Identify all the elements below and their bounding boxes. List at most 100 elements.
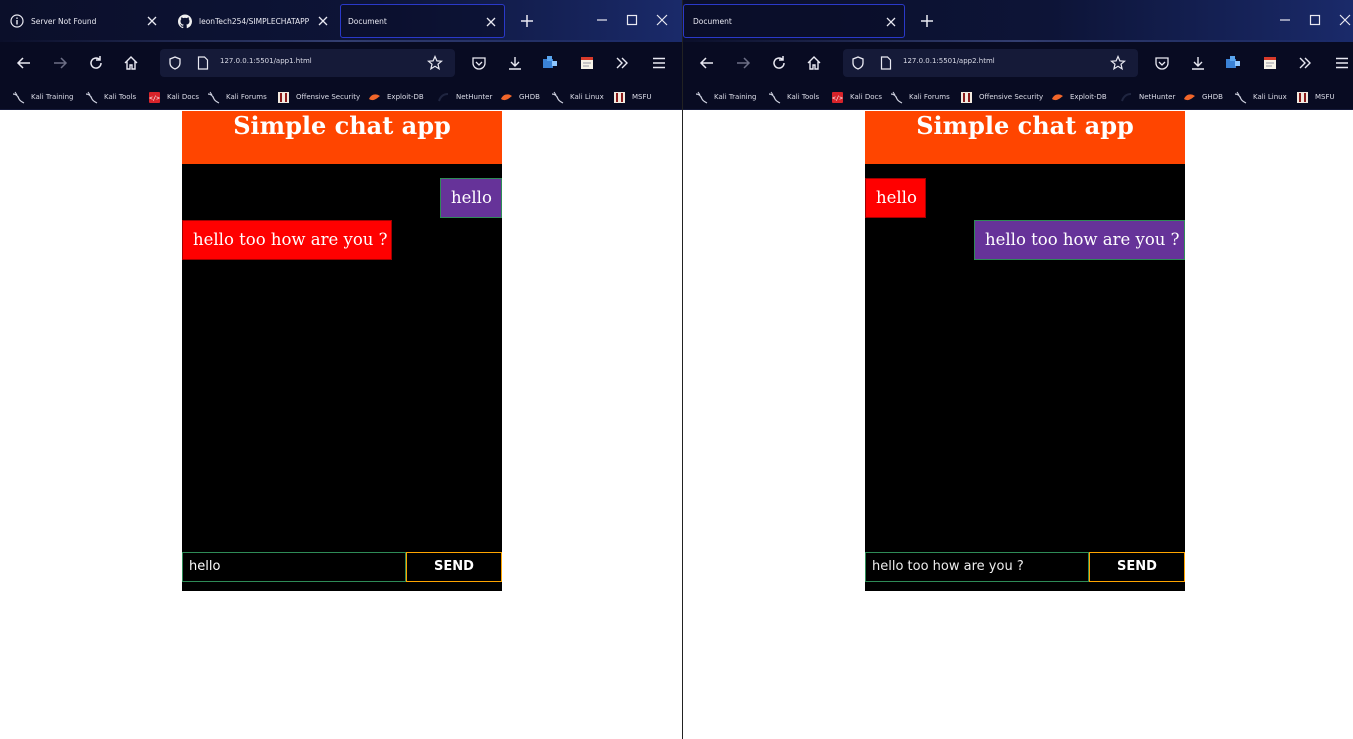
bookmark-kali-docs[interactable]: </> Kali Docs: [831, 90, 882, 104]
back-arrow-icon[interactable]: [15, 54, 33, 72]
page-icon: [195, 55, 211, 71]
bookmark-ghdb[interactable]: GHDB: [1183, 90, 1223, 104]
close-icon[interactable]: [884, 15, 898, 29]
tab-document[interactable]: Document: [683, 4, 905, 38]
bookmark-label: GHDB: [1202, 93, 1223, 101]
overflow-chevrons-icon[interactable]: [613, 54, 631, 72]
bookmark-kali-forums[interactable]: Kali Forums: [207, 90, 267, 104]
bookmark-exploit-db[interactable]: Exploit-DB: [1051, 90, 1107, 104]
github-icon: [178, 14, 192, 28]
download-icon[interactable]: [506, 54, 524, 72]
kali-dragon-icon: [695, 91, 708, 104]
bookmark-label: Kali Tools: [787, 93, 820, 101]
shield-icon[interactable]: [850, 55, 866, 71]
reload-icon[interactable]: [770, 54, 788, 72]
home-icon[interactable]: [122, 54, 140, 72]
bookmark-label: GHDB: [519, 93, 540, 101]
forward-arrow-icon[interactable]: [734, 54, 752, 72]
bookmark-label: NetHunter: [456, 93, 493, 101]
bookmark-label: Kali Linux: [570, 93, 604, 101]
tab-strip: Document: [683, 0, 1353, 42]
download-icon[interactable]: [1189, 54, 1207, 72]
ghdb-icon: [1183, 91, 1196, 104]
hamburger-menu-icon[interactable]: [650, 54, 668, 72]
navigation-toolbar: 127.0.0.1:5501/app1.html: [0, 42, 682, 84]
bookmark-msfu[interactable]: MSFU: [613, 90, 652, 104]
notes-extension-icon[interactable]: [1261, 54, 1279, 72]
message-input[interactable]: hello too how are you ?: [865, 552, 1089, 582]
bookmark-label: Kali Training: [31, 93, 74, 101]
app-title: Simple chat app: [865, 111, 1185, 164]
close-window-icon[interactable]: [1338, 13, 1352, 27]
home-icon[interactable]: [805, 54, 823, 72]
bookmark-kali-docs[interactable]: </> Kali Docs: [148, 90, 199, 104]
bookmark-exploit-db[interactable]: Exploit-DB: [368, 90, 424, 104]
maximize-icon[interactable]: [1308, 13, 1322, 27]
bookmark-kali-tools[interactable]: Kali Tools: [85, 90, 136, 104]
message-input[interactable]: hello: [182, 552, 406, 582]
forward-arrow-icon[interactable]: [51, 54, 69, 72]
message-bubble-received: hello: [865, 178, 926, 218]
send-button[interactable]: SEND: [406, 552, 502, 582]
url-bar[interactable]: 127.0.0.1:5501/app2.html: [843, 49, 1138, 77]
notes-extension-icon[interactable]: [578, 54, 596, 72]
tab-server-not-found[interactable]: Server Not Found: [0, 4, 165, 38]
bookmark-kali-linux[interactable]: Kali Linux: [551, 90, 604, 104]
pocket-icon[interactable]: [1153, 54, 1171, 72]
bookmark-kali-forums[interactable]: Kali Forums: [890, 90, 950, 104]
page-viewport: Simple chat app hello hello too how are …: [683, 111, 1353, 739]
bookmark-star-icon[interactable]: [1110, 55, 1126, 71]
bookmark-ghdb[interactable]: GHDB: [500, 90, 540, 104]
bookmark-nethunter[interactable]: NetHunter: [1120, 90, 1175, 104]
bookmark-kali-training[interactable]: Kali Training: [695, 90, 757, 104]
url-text[interactable]: 127.0.0.1:5501/app2.html: [903, 57, 995, 65]
desktop: Server Not Found leonTech254/SIMPLECHATA…: [0, 0, 1353, 739]
maximize-icon[interactable]: [625, 13, 639, 27]
kali-dragon-icon: [768, 91, 781, 104]
page-viewport: Simple chat app hello hello too how are …: [0, 111, 682, 739]
close-icon[interactable]: [145, 14, 159, 28]
extension-puzzle-icon[interactable]: [1224, 54, 1242, 72]
extension-puzzle-icon[interactable]: [541, 54, 559, 72]
bookmark-kali-tools[interactable]: Kali Tools: [768, 90, 819, 104]
exploit-db-icon: [1051, 91, 1064, 104]
bookmark-kali-linux[interactable]: Kali Linux: [1234, 90, 1287, 104]
new-tab-plus-icon[interactable]: [918, 12, 936, 30]
message-bubble-sent: hello: [440, 178, 502, 218]
new-tab-plus-icon[interactable]: [518, 12, 536, 30]
send-button[interactable]: SEND: [1089, 552, 1185, 582]
tab-title: Document: [693, 16, 732, 26]
bookmark-offensive-security[interactable]: Offensive Security: [277, 90, 360, 104]
exploit-db-icon: [368, 91, 381, 104]
back-arrow-icon[interactable]: [698, 54, 716, 72]
bookmark-label: Exploit-DB: [387, 93, 424, 101]
url-bar[interactable]: 127.0.0.1:5501/app1.html: [160, 49, 455, 77]
kali-dragon-icon: [1234, 91, 1247, 104]
bookmark-nethunter[interactable]: NetHunter: [437, 90, 492, 104]
chat-app: Simple chat app hello hello too how are …: [865, 111, 1185, 591]
bookmarks-toolbar: Kali Training Kali Tools </> Kali Docs Kali …: [0, 84, 682, 110]
kali-dragon-icon: [85, 91, 98, 104]
bookmark-kali-training[interactable]: Kali Training: [12, 90, 74, 104]
overflow-chevrons-icon[interactable]: [1296, 54, 1314, 72]
url-text[interactable]: 127.0.0.1:5501/app1.html: [220, 57, 312, 65]
pocket-icon[interactable]: [470, 54, 488, 72]
tab-github-repo[interactable]: leonTech254/SIMPLECHATAPP-usin: [168, 4, 336, 38]
close-icon[interactable]: [316, 14, 330, 28]
bookmark-offensive-security[interactable]: Offensive Security: [960, 90, 1043, 104]
close-icon[interactable]: [484, 15, 498, 29]
bookmark-label: Offensive Security: [979, 93, 1044, 101]
bookmark-msfu[interactable]: MSFU: [1296, 90, 1335, 104]
hamburger-menu-icon[interactable]: [1333, 54, 1351, 72]
close-window-icon[interactable]: [655, 13, 669, 27]
reload-icon[interactable]: [87, 54, 105, 72]
bookmark-label: MSFU: [632, 93, 652, 101]
minimize-icon[interactable]: [595, 13, 609, 27]
tab-document[interactable]: Document: [340, 4, 505, 38]
bookmark-label: Kali Tools: [104, 93, 137, 101]
minimize-icon[interactable]: [1278, 13, 1292, 27]
browser-window-left: Server Not Found leonTech254/SIMPLECHATA…: [0, 0, 682, 739]
shield-icon[interactable]: [167, 55, 183, 71]
bookmark-star-icon[interactable]: [427, 55, 443, 71]
kali-dragon-icon: [551, 91, 564, 104]
